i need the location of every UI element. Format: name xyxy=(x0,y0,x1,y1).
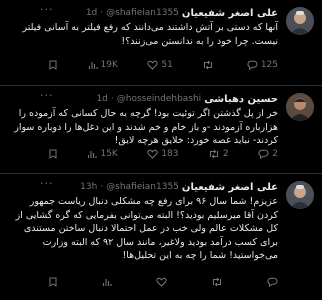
tweet[interactable]: ··· 13h · @shafieian1355 علی اصغر شفیعیا… xyxy=(0,174,322,300)
reply-icon xyxy=(247,60,258,70)
heart-icon xyxy=(147,60,158,70)
reply-button[interactable]: 2 xyxy=(258,149,278,159)
likes-count: 51 xyxy=(161,60,173,70)
separator-dot: · xyxy=(100,8,104,18)
user-name[interactable]: علی اصغر شفیعیان xyxy=(182,182,278,193)
user-handle[interactable]: @hosseindehbashi xyxy=(117,94,201,104)
retweets-count: 2 xyxy=(223,149,229,159)
views-icon xyxy=(102,279,112,286)
reply-button[interactable]: 125 xyxy=(247,60,278,70)
user-handle[interactable]: @shafieian1355 xyxy=(106,8,179,18)
views-icon xyxy=(88,151,98,158)
user-name[interactable]: حسین دهباشی xyxy=(204,94,278,105)
tweet-actions: 19K 51 125 xyxy=(48,60,278,70)
tweet-time[interactable]: 1d xyxy=(96,94,107,104)
tweet[interactable]: ··· 1d · @hosseindehbashi حسین دهباشی خر… xyxy=(0,86,322,174)
avatar[interactable] xyxy=(286,7,314,35)
bookmark-icon xyxy=(49,149,57,159)
tweet-time[interactable]: 13h xyxy=(80,182,97,192)
tweet-text: آنها که دستی بر آتش داشتند می‌دانند که ر… xyxy=(22,22,278,47)
replies-count: 2 xyxy=(272,149,278,159)
views-button[interactable]: 15K xyxy=(87,149,118,159)
views-count: 19K xyxy=(100,60,118,70)
avatar[interactable] xyxy=(286,181,314,209)
tweet-time[interactable]: 1d xyxy=(86,8,97,18)
retweet-button[interactable]: 2 xyxy=(208,149,229,159)
retweet-button[interactable] xyxy=(211,277,223,287)
bookmark-icon xyxy=(49,277,57,287)
tweet-header: 1d · @shafieian1355 علی اصغر شفیعیان xyxy=(86,6,278,20)
tweet-text: عزیزم! شما سال ۹۶ برای رفع چه مشکلی دنبا… xyxy=(15,196,278,261)
user-name[interactable]: علی اصغر شفیعیان xyxy=(182,8,278,19)
tweet-actions xyxy=(48,277,278,287)
more-icon[interactable]: ··· xyxy=(40,90,53,102)
bookmark-button[interactable] xyxy=(48,149,58,159)
like-button[interactable] xyxy=(156,277,167,287)
like-button[interactable]: 51 xyxy=(147,60,173,70)
user-handle[interactable]: @shafieian1355 xyxy=(106,182,179,192)
retweet-button[interactable] xyxy=(202,60,217,70)
separator-dot: · xyxy=(110,94,114,104)
tweet-header: 13h · @shafieian1355 علی اصغر شفیعیان xyxy=(80,180,278,194)
bookmark-button[interactable] xyxy=(48,60,58,70)
retweet-icon xyxy=(210,149,218,159)
reply-icon xyxy=(258,149,269,159)
more-icon[interactable]: ··· xyxy=(40,178,53,190)
tweet-header: 1d · @hosseindehbashi حسین دهباشی xyxy=(96,92,278,106)
views-count: 15K xyxy=(100,149,118,159)
separator-dot: · xyxy=(100,182,104,192)
tweet-actions: 15K 183 2 2 xyxy=(48,149,278,159)
heart-icon xyxy=(147,149,158,159)
views-button[interactable] xyxy=(102,277,112,287)
like-button[interactable]: 183 xyxy=(147,149,179,159)
bookmark-icon xyxy=(49,60,57,70)
tweet-text: خر از پل گذشتن اگر توئیت بود! گرچه به حا… xyxy=(14,108,278,146)
reply-icon xyxy=(267,277,278,287)
bookmark-button[interactable] xyxy=(48,277,58,287)
replies-count: 125 xyxy=(260,60,278,70)
tweet[interactable]: ··· 1d · @shafieian1355 علی اصغر شفیعیان… xyxy=(0,0,322,86)
retweet-icon xyxy=(213,277,221,287)
views-button[interactable]: 19K xyxy=(88,60,118,70)
views-icon xyxy=(88,62,98,69)
retweet-icon xyxy=(204,60,213,70)
likes-count: 183 xyxy=(161,149,179,159)
more-icon[interactable]: ··· xyxy=(40,4,53,16)
heart-icon xyxy=(156,277,167,287)
avatar[interactable] xyxy=(286,93,314,121)
reply-button[interactable] xyxy=(267,277,278,287)
